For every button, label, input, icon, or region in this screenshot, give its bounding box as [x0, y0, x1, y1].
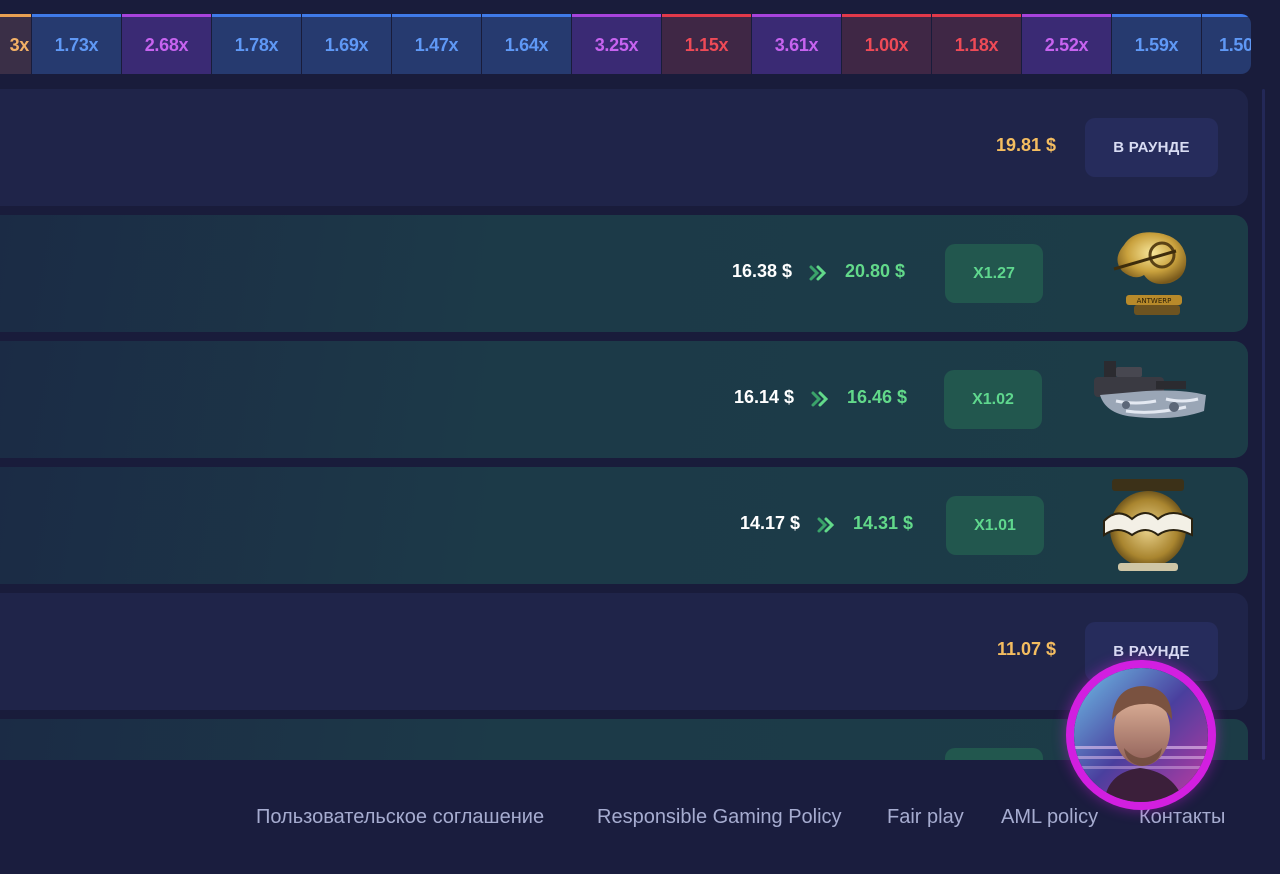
- win-amount: 14.31 $: [853, 513, 914, 533]
- history-multiplier[interactable]: 3.25x: [572, 14, 661, 74]
- history-multiplier[interactable]: 1.78x: [212, 14, 301, 74]
- bet-row: [0, 719, 1248, 760]
- win-amount: 16.46 $: [847, 387, 908, 407]
- svg-text:ANTWERP: ANTWERP: [1137, 297, 1172, 305]
- history-multiplier[interactable]: 1.15x: [662, 14, 751, 74]
- bet-amount: 14.17 $: [739, 513, 800, 533]
- history-multiplier[interactable]: 1.73x: [32, 14, 121, 74]
- history-multiplier[interactable]: 1.64x: [482, 14, 571, 74]
- bet-amount: 16.38 $: [731, 261, 792, 281]
- footer-link-fair-play[interactable]: Fair play: [887, 806, 964, 829]
- sticker-icon: ANTWERP: [1113, 232, 1187, 315]
- multiplier-history: 3x 1.73x 2.68x 1.78x 1.69x 1.47x 1.64x 3…: [0, 14, 1251, 74]
- footer-link-responsible-gaming[interactable]: Responsible Gaming Policy: [597, 806, 842, 829]
- double-chevron-right-icon: [811, 391, 829, 407]
- bet-amount: 19.81 $: [995, 135, 1056, 155]
- bet-row: 16.14 $ 16.46 $ X1.02: [0, 341, 1248, 458]
- bets-list: 19.81 $ В РАУНДЕ 16.38 $ 20.80 $ X1.27 A…: [0, 89, 1248, 760]
- footer-link-user-agreement[interactable]: Пользовательское соглашение: [256, 806, 544, 829]
- double-chevron-right-icon: [809, 265, 827, 281]
- double-chevron-right-icon: [817, 517, 835, 533]
- scrollbar[interactable]: [1262, 89, 1265, 760]
- history-multiplier[interactable]: 1.47x: [392, 14, 481, 74]
- history-multiplier[interactable]: 1.69x: [302, 14, 391, 74]
- history-multiplier[interactable]: 2.68x: [122, 14, 211, 74]
- bet-row: 19.81 $ В РАУНДЕ: [0, 89, 1248, 206]
- multiplier-badge: [945, 748, 1043, 760]
- multiplier-badge: X1.01: [946, 496, 1044, 555]
- footer-link-contacts[interactable]: Контакты: [1139, 806, 1225, 829]
- history-multiplier[interactable]: 2.52x: [1022, 14, 1111, 74]
- bet-row: 16.38 $ 20.80 $ X1.27 ANTWERP: [0, 215, 1248, 332]
- multiplier-badge: X1.27: [945, 244, 1043, 303]
- win-amount: 20.80 $: [845, 261, 906, 281]
- history-multiplier[interactable]: 1.50x: [1202, 14, 1251, 74]
- bet-row: 14.17 $ 14.31 $ X1.01: [0, 467, 1248, 584]
- history-multiplier[interactable]: 1.00x: [842, 14, 931, 74]
- in-round-button[interactable]: В РАУНДЕ: [1085, 118, 1218, 177]
- avatar[interactable]: [1066, 660, 1216, 810]
- history-multiplier[interactable]: 3.61x: [752, 14, 841, 74]
- multiplier-badge: X1.02: [944, 370, 1042, 429]
- history-multiplier[interactable]: 3x: [0, 14, 31, 74]
- sticker-icon: [1103, 479, 1193, 571]
- bet-amount: 11.07 $: [996, 639, 1056, 659]
- footer-link-aml-policy[interactable]: AML policy: [1001, 806, 1098, 829]
- bet-row: 11.07 $ В РАУНДЕ: [0, 593, 1248, 710]
- user-portrait-icon: [1074, 668, 1208, 802]
- p90-weapon-icon: [1094, 361, 1206, 419]
- history-multiplier[interactable]: 1.18x: [932, 14, 1021, 74]
- history-multiplier[interactable]: 1.59x: [1112, 14, 1201, 74]
- bet-amount: 16.14 $: [733, 387, 794, 407]
